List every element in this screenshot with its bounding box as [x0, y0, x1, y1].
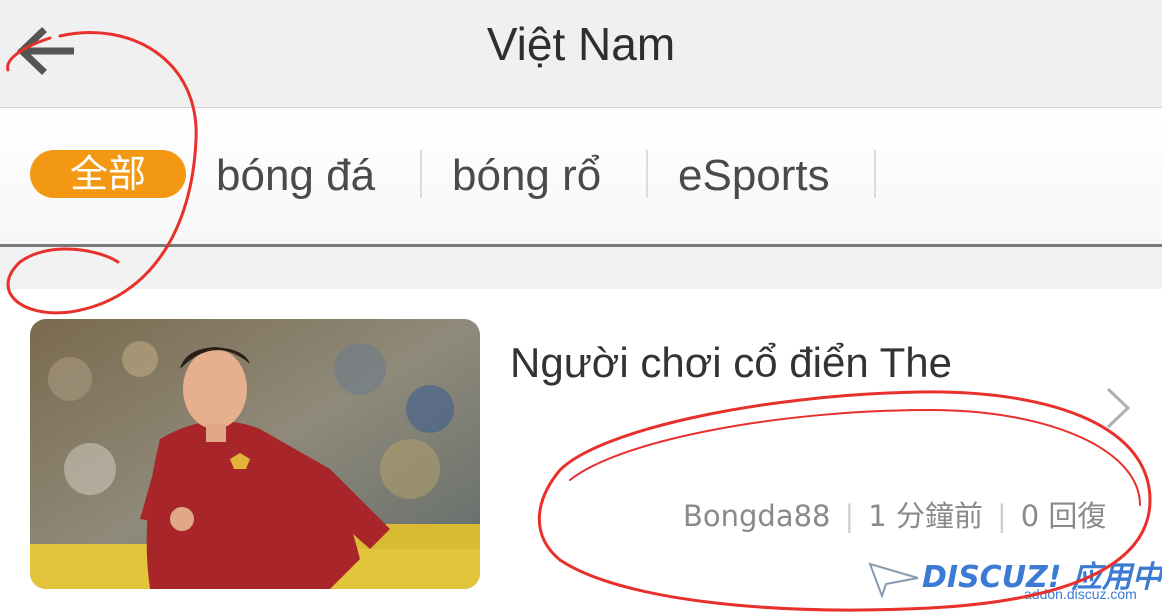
tab-basketball-label: bóng rổ [452, 151, 602, 200]
paper-plane-icon [868, 562, 919, 598]
tab-all-label: 全部 [30, 150, 186, 198]
article-title[interactable]: Người chơi cổ điển The [510, 339, 952, 387]
watermark-url: addon.discuz.com [1024, 586, 1137, 602]
meta-divider: | [996, 499, 1007, 533]
tab-football-label: bóng đá [216, 151, 376, 200]
article-time: 1 分鐘前 [868, 499, 983, 533]
tab-divider [420, 150, 422, 198]
top-bar: Việt Nam [0, 0, 1162, 108]
football-player-photo [30, 319, 480, 589]
page-title: Việt Nam [486, 18, 676, 70]
meta-divider: | [844, 499, 855, 533]
article-author[interactable]: Bongda88 [683, 499, 831, 533]
watermark: DISCUZ! 应用中心 addon.discuz.com [868, 552, 1162, 614]
tab-basketball[interactable]: bóng rổ [452, 108, 601, 244]
article-thumbnail [30, 319, 480, 589]
tab-esports[interactable]: eSports [678, 108, 830, 244]
chevron-right-icon[interactable] [1100, 385, 1136, 431]
tab-divider [874, 150, 876, 198]
article-meta: Bongda88 | 1 分鐘前 | 0 回復 [683, 493, 1106, 535]
section-gap [0, 247, 1162, 289]
category-tab-bar: 全部 bóng đá bóng rổ eSports [0, 108, 1162, 247]
article-replies: 0 回復 [1020, 499, 1107, 533]
tab-esports-label: eSports [678, 151, 830, 200]
tab-football[interactable]: bóng đá [216, 108, 375, 244]
tab-divider [646, 150, 648, 198]
